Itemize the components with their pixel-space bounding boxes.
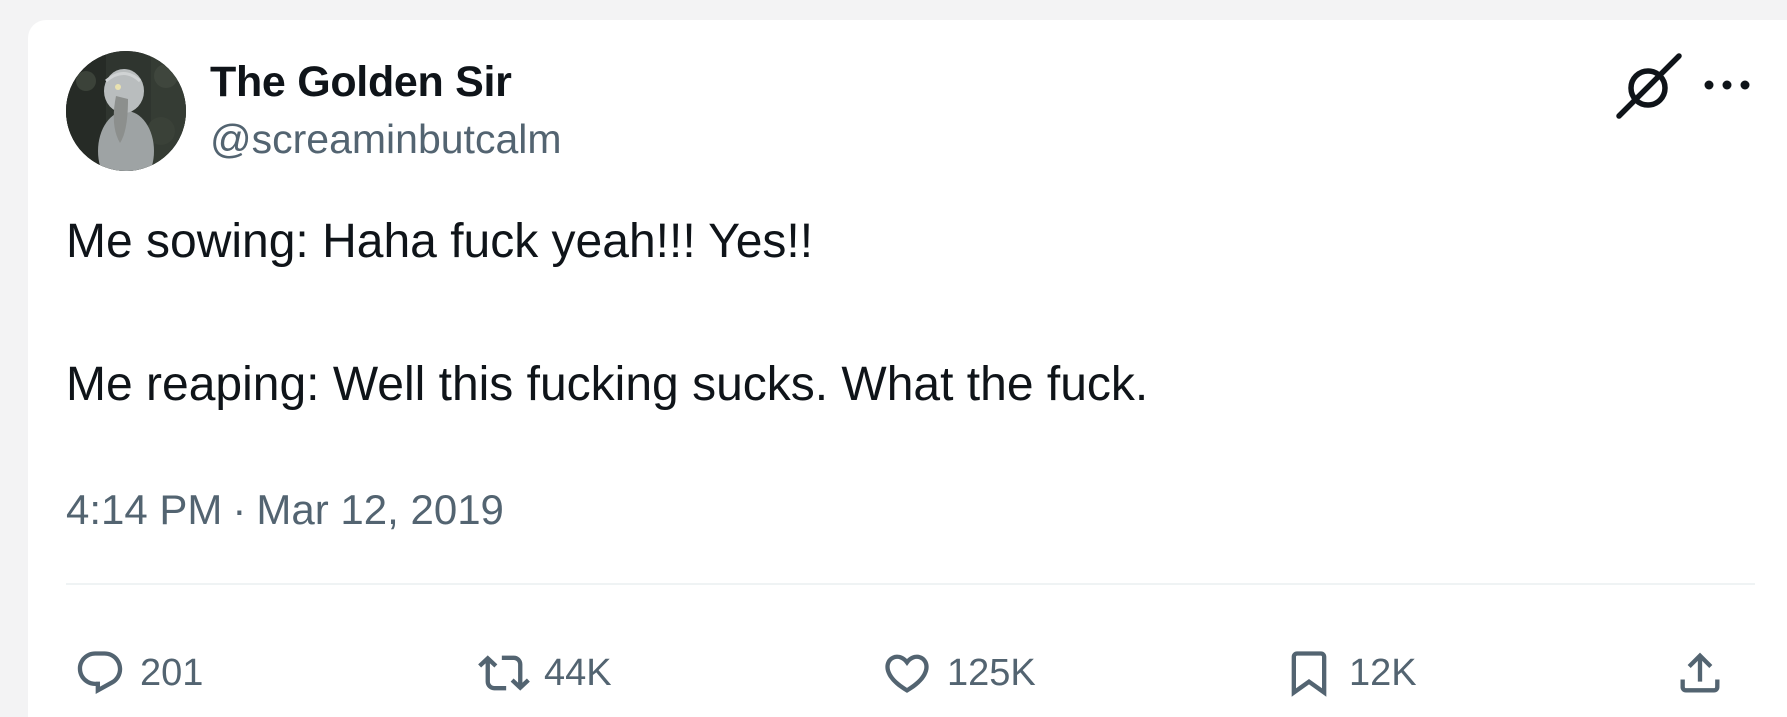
tweet-date: Mar 12, 2019 — [256, 486, 504, 533]
retweet-button[interactable]: 44K — [478, 638, 612, 708]
reply-icon — [77, 651, 123, 695]
tweet-timestamp[interactable]: 4:14 PM · Mar 12, 2019 — [66, 486, 504, 534]
more-icon[interactable] — [1698, 70, 1758, 100]
shoebill-avatar — [66, 51, 186, 171]
share-button[interactable] — [1674, 638, 1726, 708]
tweet-time: 4:14 PM — [66, 486, 223, 533]
like-count: 125K — [947, 651, 1036, 694]
timestamp-separator: · — [232, 486, 247, 533]
tweet-text-line: Me sowing: Haha fuck yeah!!! Yes!! — [66, 215, 814, 268]
like-button[interactable]: 125K — [881, 638, 1036, 708]
retweet-count: 44K — [544, 651, 612, 694]
heart-icon — [885, 654, 929, 693]
bookmark-icon — [1291, 651, 1327, 697]
author-avatar[interactable] — [66, 51, 186, 171]
retweet-icon — [478, 655, 530, 691]
tweet-card: The Golden Sir @screaminbutcalm Me sowin… — [28, 20, 1787, 717]
grok-icon[interactable] — [1613, 50, 1683, 120]
tweet-text-line: Me reaping: Well this fucking sucks. Wha… — [66, 358, 1149, 411]
reply-count: 201 — [140, 651, 204, 694]
bookmark-count: 12K — [1349, 651, 1417, 694]
reply-button[interactable]: 201 — [74, 638, 203, 708]
author-name[interactable]: The Golden Sir — [210, 58, 512, 107]
share-icon — [1680, 652, 1720, 693]
author-handle[interactable]: @screaminbutcalm — [210, 116, 562, 163]
bookmark-button[interactable]: 12K — [1283, 638, 1417, 708]
divider — [66, 583, 1755, 585]
